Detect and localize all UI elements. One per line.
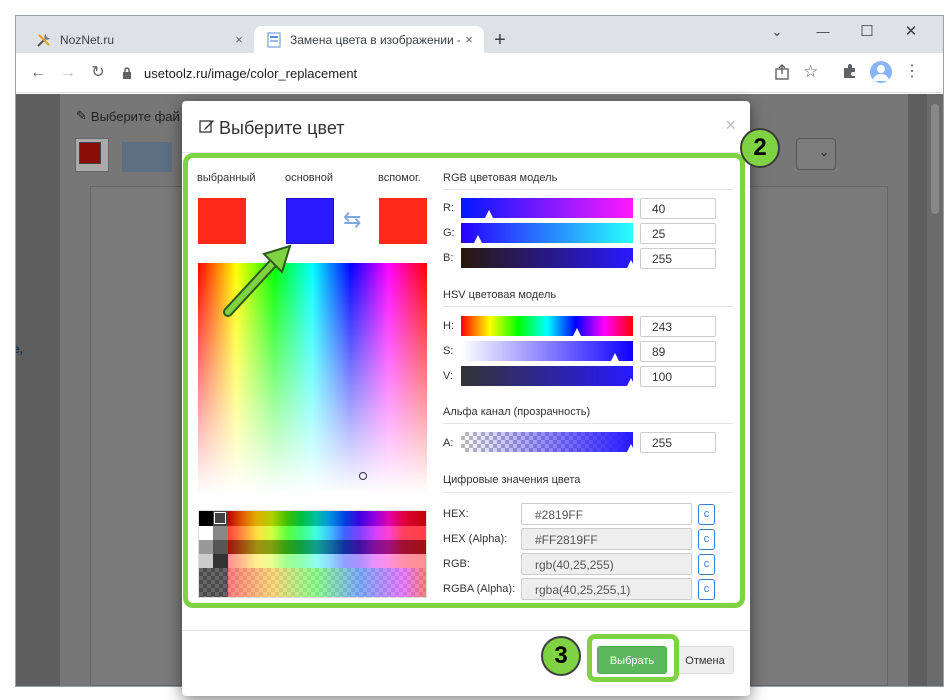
tools-icon (36, 32, 52, 48)
edit-icon (199, 118, 215, 139)
reload-icon[interactable]: ↻ (86, 61, 110, 85)
tab-color-replacement[interactable]: Замена цвета в изображении - × (254, 26, 484, 53)
page-icon (266, 32, 282, 48)
highlight-select-button (587, 634, 679, 682)
bookmark-star-icon[interactable]: ☆ (803, 62, 818, 82)
scrollbar-thumb[interactable] (931, 104, 939, 214)
back-icon[interactable]: ← (26, 61, 50, 85)
browser-toolbar: ← → ↻ usetoolz.ru/image/color_replacemen… (16, 53, 943, 93)
new-tab-button[interactable]: + (488, 29, 512, 53)
address-bar[interactable]: usetoolz.ru/image/color_replacement (118, 58, 848, 88)
url-text: usetoolz.ru/image/color_replacement (144, 65, 358, 81)
step-2-badge: 2 (740, 128, 780, 168)
minimize-button[interactable]: — (808, 20, 838, 44)
menu-icon[interactable]: ⋮ (904, 61, 920, 81)
tab-title: Замена цвета в изображении - (290, 32, 460, 47)
dialog-title-text: Выберите цвет (219, 118, 345, 138)
edit-icon: ✎ (76, 108, 87, 123)
background-header: ✎ Выберите фай (76, 108, 180, 124)
forward-icon[interactable]: → (56, 61, 80, 85)
close-icon[interactable]: × (725, 115, 736, 136)
close-icon[interactable]: × (460, 32, 478, 47)
extensions-icon[interactable] (842, 63, 860, 81)
close-icon[interactable]: × (230, 32, 248, 47)
share-icon[interactable] (773, 63, 793, 83)
background-tool-icons (122, 142, 172, 172)
profile-avatar-icon[interactable] (870, 61, 892, 83)
footer-divider (182, 630, 750, 631)
lock-icon (122, 67, 136, 79)
close-window-button[interactable]: ✕ (896, 20, 926, 44)
arrow-icon (220, 238, 300, 318)
tab-bar: NozNet.ru × Замена цвета в изображении -… (16, 16, 943, 53)
maximize-button[interactable]: ☐ (852, 20, 882, 44)
tab-noznet[interactable]: NozNet.ru × (24, 26, 254, 53)
tab-title: NozNet.ru (60, 32, 115, 47)
dialog-header: Выберите цвет × (182, 101, 750, 153)
dialog-title: Выберите цвет (199, 118, 345, 139)
background-header-text: Выберите фай (90, 108, 180, 124)
step-3-badge: 3 (541, 636, 581, 676)
background-dropdown: ⌄ (796, 138, 836, 170)
background-color-swatch (75, 138, 109, 172)
highlight-picker-area (183, 153, 745, 608)
tab-search-icon[interactable]: ⌄ (762, 20, 792, 44)
cancel-button[interactable]: Отмена (676, 646, 734, 674)
background-side-text: е, (16, 342, 24, 356)
page-scrollbar[interactable] (927, 94, 943, 686)
